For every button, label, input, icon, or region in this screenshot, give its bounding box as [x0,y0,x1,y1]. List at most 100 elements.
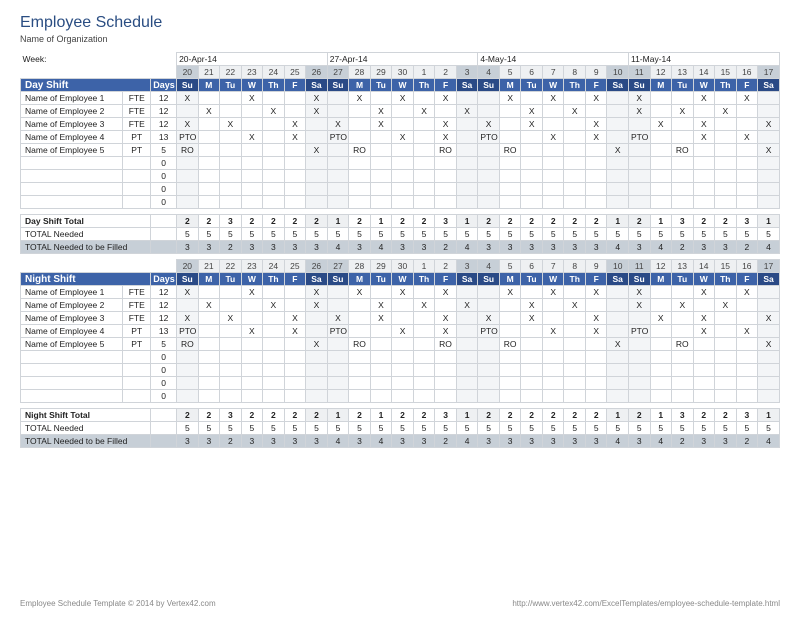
shift-cell[interactable]: X [392,131,414,144]
shift-cell[interactable] [456,92,478,105]
shift-cell[interactable] [499,157,521,170]
shift-cell[interactable] [177,196,199,209]
shift-cell[interactable] [284,338,306,351]
shift-cell[interactable] [628,196,650,209]
shift-cell[interactable] [650,105,672,118]
shift-cell[interactable] [370,390,392,403]
shift-cell[interactable] [263,390,285,403]
employee-type[interactable] [123,377,151,390]
shift-cell[interactable] [715,131,737,144]
shift-cell[interactable] [607,364,629,377]
shift-cell[interactable] [672,286,694,299]
shift-cell[interactable] [672,351,694,364]
shift-cell[interactable] [456,390,478,403]
shift-cell[interactable] [435,364,457,377]
shift-cell[interactable] [607,118,629,131]
shift-cell[interactable] [542,118,564,131]
shift-cell[interactable] [650,170,672,183]
shift-cell[interactable] [478,286,500,299]
shift-cell[interactable] [198,131,220,144]
shift-cell[interactable] [456,131,478,144]
shift-cell[interactable] [435,170,457,183]
shift-cell[interactable] [715,170,737,183]
shift-cell[interactable] [413,157,435,170]
shift-cell[interactable] [198,196,220,209]
shift-cell[interactable] [693,196,715,209]
shift-cell[interactable] [499,131,521,144]
shift-cell[interactable]: RO [177,338,199,351]
shift-cell[interactable] [263,118,285,131]
employee-type[interactable] [123,157,151,170]
shift-cell[interactable] [241,118,263,131]
shift-cell[interactable] [284,183,306,196]
employee-type[interactable]: PT [123,338,151,351]
shift-cell[interactable] [327,299,349,312]
shift-cell[interactable] [198,157,220,170]
employee-name[interactable]: Name of Employee 2 [21,299,123,312]
shift-cell[interactable] [499,118,521,131]
shift-cell[interactable] [585,299,607,312]
shift-cell[interactable]: X [306,338,328,351]
employee-name[interactable] [21,351,123,364]
shift-cell[interactable] [628,364,650,377]
shift-cell[interactable] [263,157,285,170]
shift-cell[interactable] [521,196,543,209]
shift-cell[interactable]: X [220,118,242,131]
shift-cell[interactable] [263,183,285,196]
shift-cell[interactable] [478,105,500,118]
shift-cell[interactable] [284,105,306,118]
shift-cell[interactable] [349,118,371,131]
shift-cell[interactable] [607,157,629,170]
shift-cell[interactable] [327,105,349,118]
shift-cell[interactable] [392,377,414,390]
shift-cell[interactable] [306,131,328,144]
shift-cell[interactable]: X [478,118,500,131]
shift-cell[interactable]: RO [177,144,199,157]
shift-cell[interactable]: X [585,92,607,105]
shift-cell[interactable] [241,364,263,377]
shift-cell[interactable] [198,312,220,325]
shift-cell[interactable] [392,144,414,157]
shift-cell[interactable]: X [672,299,694,312]
shift-cell[interactable] [650,92,672,105]
shift-cell[interactable] [392,364,414,377]
shift-cell[interactable] [478,351,500,364]
shift-cell[interactable] [542,390,564,403]
shift-cell[interactable] [715,157,737,170]
employee-type[interactable] [123,183,151,196]
shift-cell[interactable] [672,325,694,338]
shift-cell[interactable] [585,390,607,403]
shift-cell[interactable] [736,312,758,325]
employee-type[interactable] [123,170,151,183]
shift-cell[interactable] [435,299,457,312]
shift-cell[interactable] [435,196,457,209]
employee-type[interactable]: PT [123,131,151,144]
shift-cell[interactable] [715,325,737,338]
shift-cell[interactable] [521,377,543,390]
employee-type[interactable]: FTE [123,105,151,118]
shift-cell[interactable] [478,92,500,105]
employee-type[interactable] [123,390,151,403]
shift-cell[interactable] [672,390,694,403]
shift-cell[interactable] [456,196,478,209]
shift-cell[interactable] [693,299,715,312]
shift-cell[interactable]: X [736,131,758,144]
shift-cell[interactable] [263,325,285,338]
shift-cell[interactable]: X [349,286,371,299]
shift-cell[interactable] [758,377,780,390]
shift-cell[interactable] [198,183,220,196]
shift-cell[interactable] [241,312,263,325]
shift-cell[interactable] [478,364,500,377]
shift-cell[interactable] [263,144,285,157]
shift-cell[interactable] [220,131,242,144]
shift-cell[interactable] [177,364,199,377]
shift-cell[interactable] [564,377,586,390]
shift-cell[interactable] [650,351,672,364]
shift-cell[interactable] [306,312,328,325]
shift-cell[interactable] [349,390,371,403]
shift-cell[interactable]: X [263,105,285,118]
shift-cell[interactable]: X [306,105,328,118]
shift-cell[interactable]: X [499,286,521,299]
shift-cell[interactable] [198,377,220,390]
shift-cell[interactable]: X [542,286,564,299]
